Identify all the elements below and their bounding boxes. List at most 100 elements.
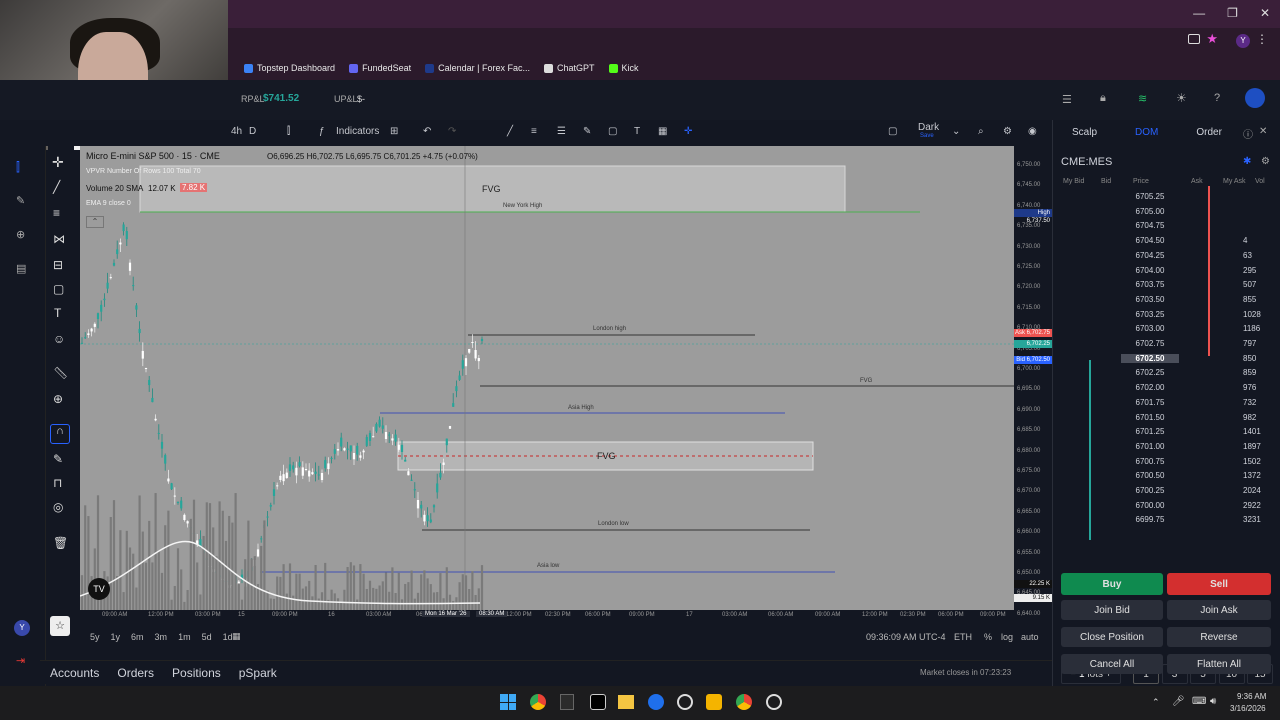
bookmark-item[interactable]: Calendar | Forex Fac... [425,63,530,73]
dom-price[interactable]: 6699.75 [1121,515,1179,524]
trash-tool-icon[interactable]: 🗑︎ [53,536,68,550]
doc-nav-icon[interactable]: ▤ [16,262,26,275]
dom-price[interactable]: 6704.00 [1121,266,1179,275]
reverse-button[interactable]: Reverse [1167,627,1271,647]
dom-price[interactable]: 6705.25 [1121,192,1179,201]
calendar-icon[interactable]: ▦ [232,631,241,642]
dom-row[interactable]: 6700.75 1502 [1053,457,1280,472]
mic-icon[interactable]: 🎤︎ [1172,696,1185,707]
dom-price[interactable]: 6701.75 [1121,398,1179,407]
time-axis[interactable]: 09:00 AM 12:00 PM 03:00 PM 15 09:00 PM 16 03:0… [80,610,1014,624]
dom-row[interactable]: 6705.00 [1053,207,1280,222]
text-icon[interactable]: T [634,126,640,137]
tradingview-logo[interactable]: TV [88,578,110,600]
bookmark-item[interactable]: FundedSeat [349,63,411,73]
capcut-icon[interactable] [590,694,606,710]
dom-row[interactable]: 6704.25 63 [1053,251,1280,266]
range-button[interactable]: 5d [202,632,212,642]
start-icon[interactable] [500,694,516,710]
join-ask-button[interactable]: Join Ask [1167,600,1271,620]
dom-row[interactable]: 6701.75 732 [1053,398,1280,413]
dom-price[interactable]: 6703.25 [1121,310,1179,319]
interval-d[interactable]: D [249,126,256,137]
bottom-tab[interactable]: Orders [117,666,154,680]
emoji-tool-icon[interactable]: ☺ [53,332,65,346]
zoom-tool-icon[interactable]: ⊕ [53,392,63,406]
cursor-tool-icon[interactable]: ✛ [52,154,64,171]
sliders-icon[interactable]: ☰ [1062,93,1072,106]
shape-tool-icon[interactable]: ▢ [53,282,64,296]
dom-row[interactable]: 6700.25 2024 [1053,486,1280,501]
bottom-tab[interactable]: Positions [172,666,221,680]
channel-icon[interactable]: ≡ [531,126,537,137]
undo-icon[interactable]: ↶ [423,126,431,137]
zoom-icon[interactable]: ⌕ [978,126,984,137]
dom-row[interactable]: 6702.25 859 [1053,368,1280,383]
sun-icon[interactable]: ☀ [1176,91,1187,105]
epic-icon[interactable] [560,694,574,710]
cancel-all-button[interactable]: Cancel All [1061,654,1163,674]
bookmark-item[interactable]: ChatGPT [543,63,595,73]
help-icon[interactable]: ? [1214,92,1220,104]
lock-tool-icon[interactable]: ⊓ [53,476,62,490]
dom-price[interactable]: 6702.75 [1121,339,1179,348]
bookmark-item[interactable]: Kick [608,63,639,73]
dom-price[interactable]: 6700.75 [1121,457,1179,466]
dom-price[interactable]: 6701.25 [1121,427,1179,436]
dom-price[interactable]: 6705.00 [1121,207,1179,216]
chart-nav-icon[interactable]: ⫿ [16,160,20,175]
dom-row[interactable]: 6701.25 1401 [1053,427,1280,442]
dom-row[interactable]: 6705.25 [1053,192,1280,207]
maximize-icon[interactable]: ❐ [1227,6,1238,20]
pen-nav-icon[interactable]: ✎ [16,194,25,207]
range-button[interactable]: 6m [131,632,144,642]
profile-avatar[interactable]: Y [1236,34,1250,48]
app-logo[interactable] [1245,88,1265,108]
folder-icon[interactable] [618,695,634,709]
info-icon[interactable]: ⓘ [1243,126,1253,141]
redo-icon[interactable]: ↷ [448,126,456,137]
target-nav-icon[interactable]: ⊕ [16,228,25,241]
sell-button[interactable]: Sell [1167,573,1271,595]
dom-price[interactable]: 6704.75 [1121,221,1179,230]
fib-tool-icon[interactable]: ≡ [53,206,60,220]
dom-price[interactable]: 6702.00 [1121,383,1179,392]
fib-icon[interactable]: ☰ [557,126,566,137]
brush-tool-icon[interactable]: ✎ [53,452,63,466]
dom-price[interactable]: 6700.00 [1121,501,1179,510]
price-chart[interactable]: Micro E-mini S&P 500 · 15 · CME O6,696.2… [80,146,1014,610]
install-icon[interactable] [1188,34,1200,44]
indicators-icon[interactable]: ƒ [319,126,325,137]
range-button[interactable]: 1m [178,632,191,642]
dom-price[interactable]: 6704.50 [1121,236,1179,245]
chrome-icon[interactable] [530,694,546,710]
settings-app-icon[interactable] [766,694,782,710]
dom-row[interactable]: 6702.50 850 [1053,353,1280,369]
price-axis[interactable]: 6,750.00 6,745.00 6,740.00 6,735.00 6,730.00… [1014,146,1052,624]
bookmark-item[interactable]: Topstep Dashboard [244,63,335,73]
dom-price[interactable]: 6700.50 [1121,471,1179,480]
tray-chevron-icon[interactable]: ⌃ [1152,697,1160,708]
taskbar-time[interactable]: 9:36 AM [1237,692,1266,701]
range-button[interactable]: 3m [155,632,168,642]
close-icon[interactable]: ✕ [1260,6,1270,20]
candles-icon[interactable]: ⫿ [287,126,290,137]
log-toggle[interactable]: log [1001,632,1013,642]
position-tool-icon[interactable]: ⊟ [53,258,63,272]
dom-tab[interactable]: Scalp [1072,127,1097,138]
collapse-legend-icon[interactable]: ⌃ [86,216,104,228]
dom-price[interactable]: 6702.50 [1121,353,1179,363]
interval-4h[interactable]: 4h [231,126,242,137]
dom-settings-icon[interactable]: ⚙ [1261,156,1270,167]
logout-icon[interactable]: ⇥ [16,654,25,667]
dom-row[interactable]: 6704.50 4 [1053,236,1280,251]
dom-price[interactable]: 6703.50 [1121,295,1179,304]
camera-icon[interactable]: ◉ [1028,126,1037,137]
minimize-icon[interactable]: — [1193,6,1205,20]
chart-canvas[interactable] [80,146,1014,610]
dom-row[interactable]: 6703.75 507 [1053,280,1280,295]
trendline-tool-icon[interactable]: ╱ [53,180,60,194]
dom-price[interactable]: 6704.25 [1121,251,1179,260]
flatten-all-button[interactable]: Flatten All [1167,654,1271,674]
dom-price[interactable]: 6702.25 [1121,368,1179,377]
